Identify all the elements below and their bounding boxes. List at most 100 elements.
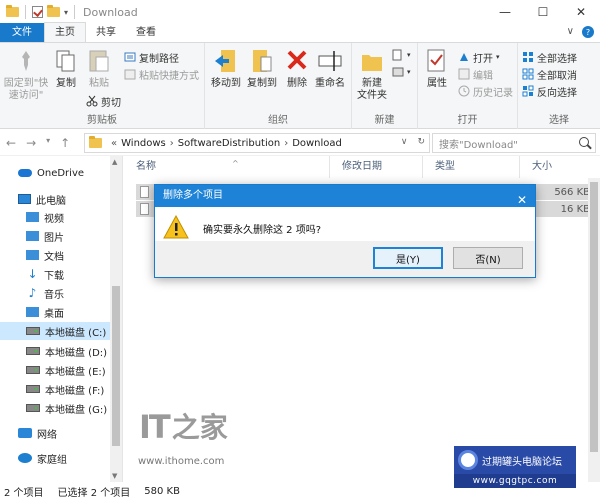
- tab-share[interactable]: 共享: [86, 23, 126, 42]
- drive-icon: [26, 327, 40, 335]
- breadcrumb-softwaredistribution[interactable]: SoftwareDistribution: [178, 138, 280, 149]
- select-all-button[interactable]: 全部选择: [522, 50, 577, 65]
- open-group-label: 打开: [457, 115, 478, 126]
- tab-file[interactable]: 文件: [0, 23, 44, 42]
- back-arrow-icon[interactable]: ←: [6, 136, 16, 150]
- sidebar-item-drive-g[interactable]: 本地磁盘 (G:): [26, 399, 107, 417]
- file-list-scroll-thumb[interactable]: [590, 182, 598, 452]
- ribbon: 固定到"快 速访问" 复制 粘贴 复制路径 粘贴快捷方式 剪切 剪贴板 移动到 …: [0, 43, 600, 129]
- address-bar[interactable]: « Windows › SoftwareDistribution › Downl…: [84, 133, 430, 153]
- up-arrow-icon[interactable]: ↑: [60, 136, 70, 150]
- file-size: 566 KB: [554, 186, 590, 198]
- breadcrumb-windows[interactable]: Windows: [121, 138, 166, 149]
- sidebar-item-homegroup[interactable]: 家庭组: [18, 449, 67, 467]
- easy-access-button[interactable]: ▾: [392, 65, 411, 79]
- select-none-button[interactable]: 全部取消: [522, 67, 577, 82]
- forward-arrow-icon[interactable]: →: [26, 136, 36, 150]
- sidebar-item-music[interactable]: ♪ 音乐: [26, 284, 64, 302]
- pin-quick-access-button[interactable]: 固定到"快 速访问": [4, 47, 48, 102]
- sidebar-item-this-pc[interactable]: 此电脑: [18, 190, 66, 208]
- copy-button[interactable]: 复制: [52, 47, 80, 90]
- sidebar-scroll-thumb[interactable]: [112, 286, 120, 446]
- paste-icon: [86, 47, 112, 75]
- maximize-button[interactable]: ☐: [524, 0, 562, 24]
- properties-icon[interactable]: [32, 6, 43, 18]
- paste-button[interactable]: 粘贴: [84, 47, 114, 90]
- help-icon[interactable]: ?: [582, 26, 594, 38]
- sidebar-item-network[interactable]: 网络: [18, 424, 57, 442]
- edit-button[interactable]: 编辑: [458, 67, 493, 82]
- chevron-right-icon[interactable]: ›: [170, 138, 174, 149]
- copy-to-icon: [249, 47, 275, 75]
- column-date-modified[interactable]: 修改日期: [330, 156, 423, 178]
- navigation-pane: OneDrive 此电脑 视频 图片 文档 ↓ 下载 ♪ 音乐 桌面 本地磁盘 …: [0, 156, 123, 482]
- copy-to-button[interactable]: 复制到: [245, 47, 279, 90]
- new-folder-button[interactable]: 新建 文件夹: [356, 47, 388, 102]
- qat-dropdown-icon[interactable]: ▾: [64, 8, 68, 17]
- column-size[interactable]: 大小: [520, 156, 600, 178]
- sidebar-item-desktop[interactable]: 桌面: [26, 303, 64, 321]
- properties-button[interactable]: 属性: [422, 47, 452, 90]
- breadcrumb-download[interactable]: Download: [292, 138, 342, 149]
- sidebar-item-videos[interactable]: 视频: [26, 208, 64, 226]
- drive-icon: [26, 347, 40, 355]
- history-icon: [458, 85, 470, 97]
- invert-selection-button[interactable]: 反向选择: [522, 84, 577, 99]
- navigation-bar: ← → ▾ ↑ « Windows › SoftwareDistribution…: [0, 130, 600, 156]
- selected-size: 580 KB: [144, 486, 180, 497]
- search-placeholder: 搜索"Download": [439, 139, 518, 151]
- overflow-chevron-icon[interactable]: «: [111, 138, 117, 149]
- address-dropdown-icon[interactable]: ∨: [401, 137, 408, 147]
- yes-button[interactable]: 是(Y): [373, 247, 443, 269]
- open-dropdown-icon: ▾: [496, 53, 500, 61]
- column-name[interactable]: 名称 ^: [124, 156, 330, 178]
- scroll-down-icon[interactable]: ▼: [112, 472, 117, 480]
- sidebar-item-drive-f[interactable]: 本地磁盘 (F:): [26, 380, 104, 398]
- rename-button[interactable]: 重命名: [313, 47, 347, 90]
- sidebar-scrollbar[interactable]: ▲ ▼: [110, 156, 122, 482]
- minimize-button[interactable]: —: [486, 0, 524, 24]
- paste-shortcut-button[interactable]: 粘贴快捷方式: [124, 67, 199, 82]
- new-folder-icon[interactable]: [47, 5, 60, 17]
- forum-badge: 过期罐头电脑论坛 www.gqgtpc.com: [454, 446, 576, 488]
- sidebar-item-downloads[interactable]: ↓ 下载: [26, 265, 64, 283]
- dialog-body: 确实要永久删除这 2 项吗? 是(Y) 否(N): [155, 207, 535, 277]
- no-button[interactable]: 否(N): [453, 247, 523, 269]
- move-to-button[interactable]: 移动到: [209, 47, 243, 90]
- ribbon-collapse-icon[interactable]: ∨: [567, 26, 574, 38]
- new-item-button[interactable]: ▾: [392, 48, 411, 62]
- recent-dropdown-icon[interactable]: ▾: [46, 136, 50, 150]
- delete-button[interactable]: 删除: [285, 47, 309, 90]
- sidebar-item-drive-c[interactable]: 本地磁盘 (C:): [0, 322, 110, 340]
- search-input[interactable]: 搜索"Download": [432, 133, 596, 153]
- homegroup-icon: [18, 453, 32, 463]
- window-title: Download: [83, 5, 138, 19]
- cut-button[interactable]: 剪切: [86, 94, 121, 109]
- desktop-icon: [26, 307, 39, 317]
- select-all-icon: [522, 51, 534, 63]
- music-note-icon: ♪: [28, 286, 37, 300]
- copy-path-button[interactable]: 复制路径: [124, 50, 179, 65]
- chevron-right-icon[interactable]: ›: [284, 138, 288, 149]
- sidebar-item-onedrive[interactable]: OneDrive: [18, 164, 84, 182]
- close-button[interactable]: ✕: [562, 0, 600, 24]
- column-type[interactable]: 类型: [423, 156, 520, 178]
- paste-shortcut-icon: [124, 68, 136, 80]
- forum-name: 过期罐头电脑论坛: [482, 456, 562, 468]
- open-button[interactable]: 打开 ▾: [458, 50, 500, 65]
- tab-home[interactable]: 主页: [44, 22, 86, 42]
- tab-view[interactable]: 查看: [126, 23, 166, 42]
- refresh-icon[interactable]: ↻: [417, 137, 425, 147]
- sidebar-item-drive-d[interactable]: 本地磁盘 (D:): [26, 342, 107, 360]
- select-group: 全部选择 全部取消 反向选择 选择: [518, 43, 600, 129]
- sidebar-item-drive-e[interactable]: 本地磁盘 (E:): [26, 361, 106, 379]
- download-arrow-icon: ↓: [27, 267, 38, 281]
- sidebar-item-documents[interactable]: 文档: [26, 246, 64, 264]
- history-button[interactable]: 历史记录: [458, 84, 513, 99]
- file-list-scrollbar[interactable]: [588, 178, 600, 482]
- scroll-up-icon[interactable]: ▲: [112, 158, 117, 166]
- drive-icon: [26, 366, 40, 374]
- network-icon: [18, 428, 32, 438]
- ithome-watermark-logo: IT 之家: [139, 408, 228, 446]
- sidebar-item-pictures[interactable]: 图片: [26, 227, 64, 245]
